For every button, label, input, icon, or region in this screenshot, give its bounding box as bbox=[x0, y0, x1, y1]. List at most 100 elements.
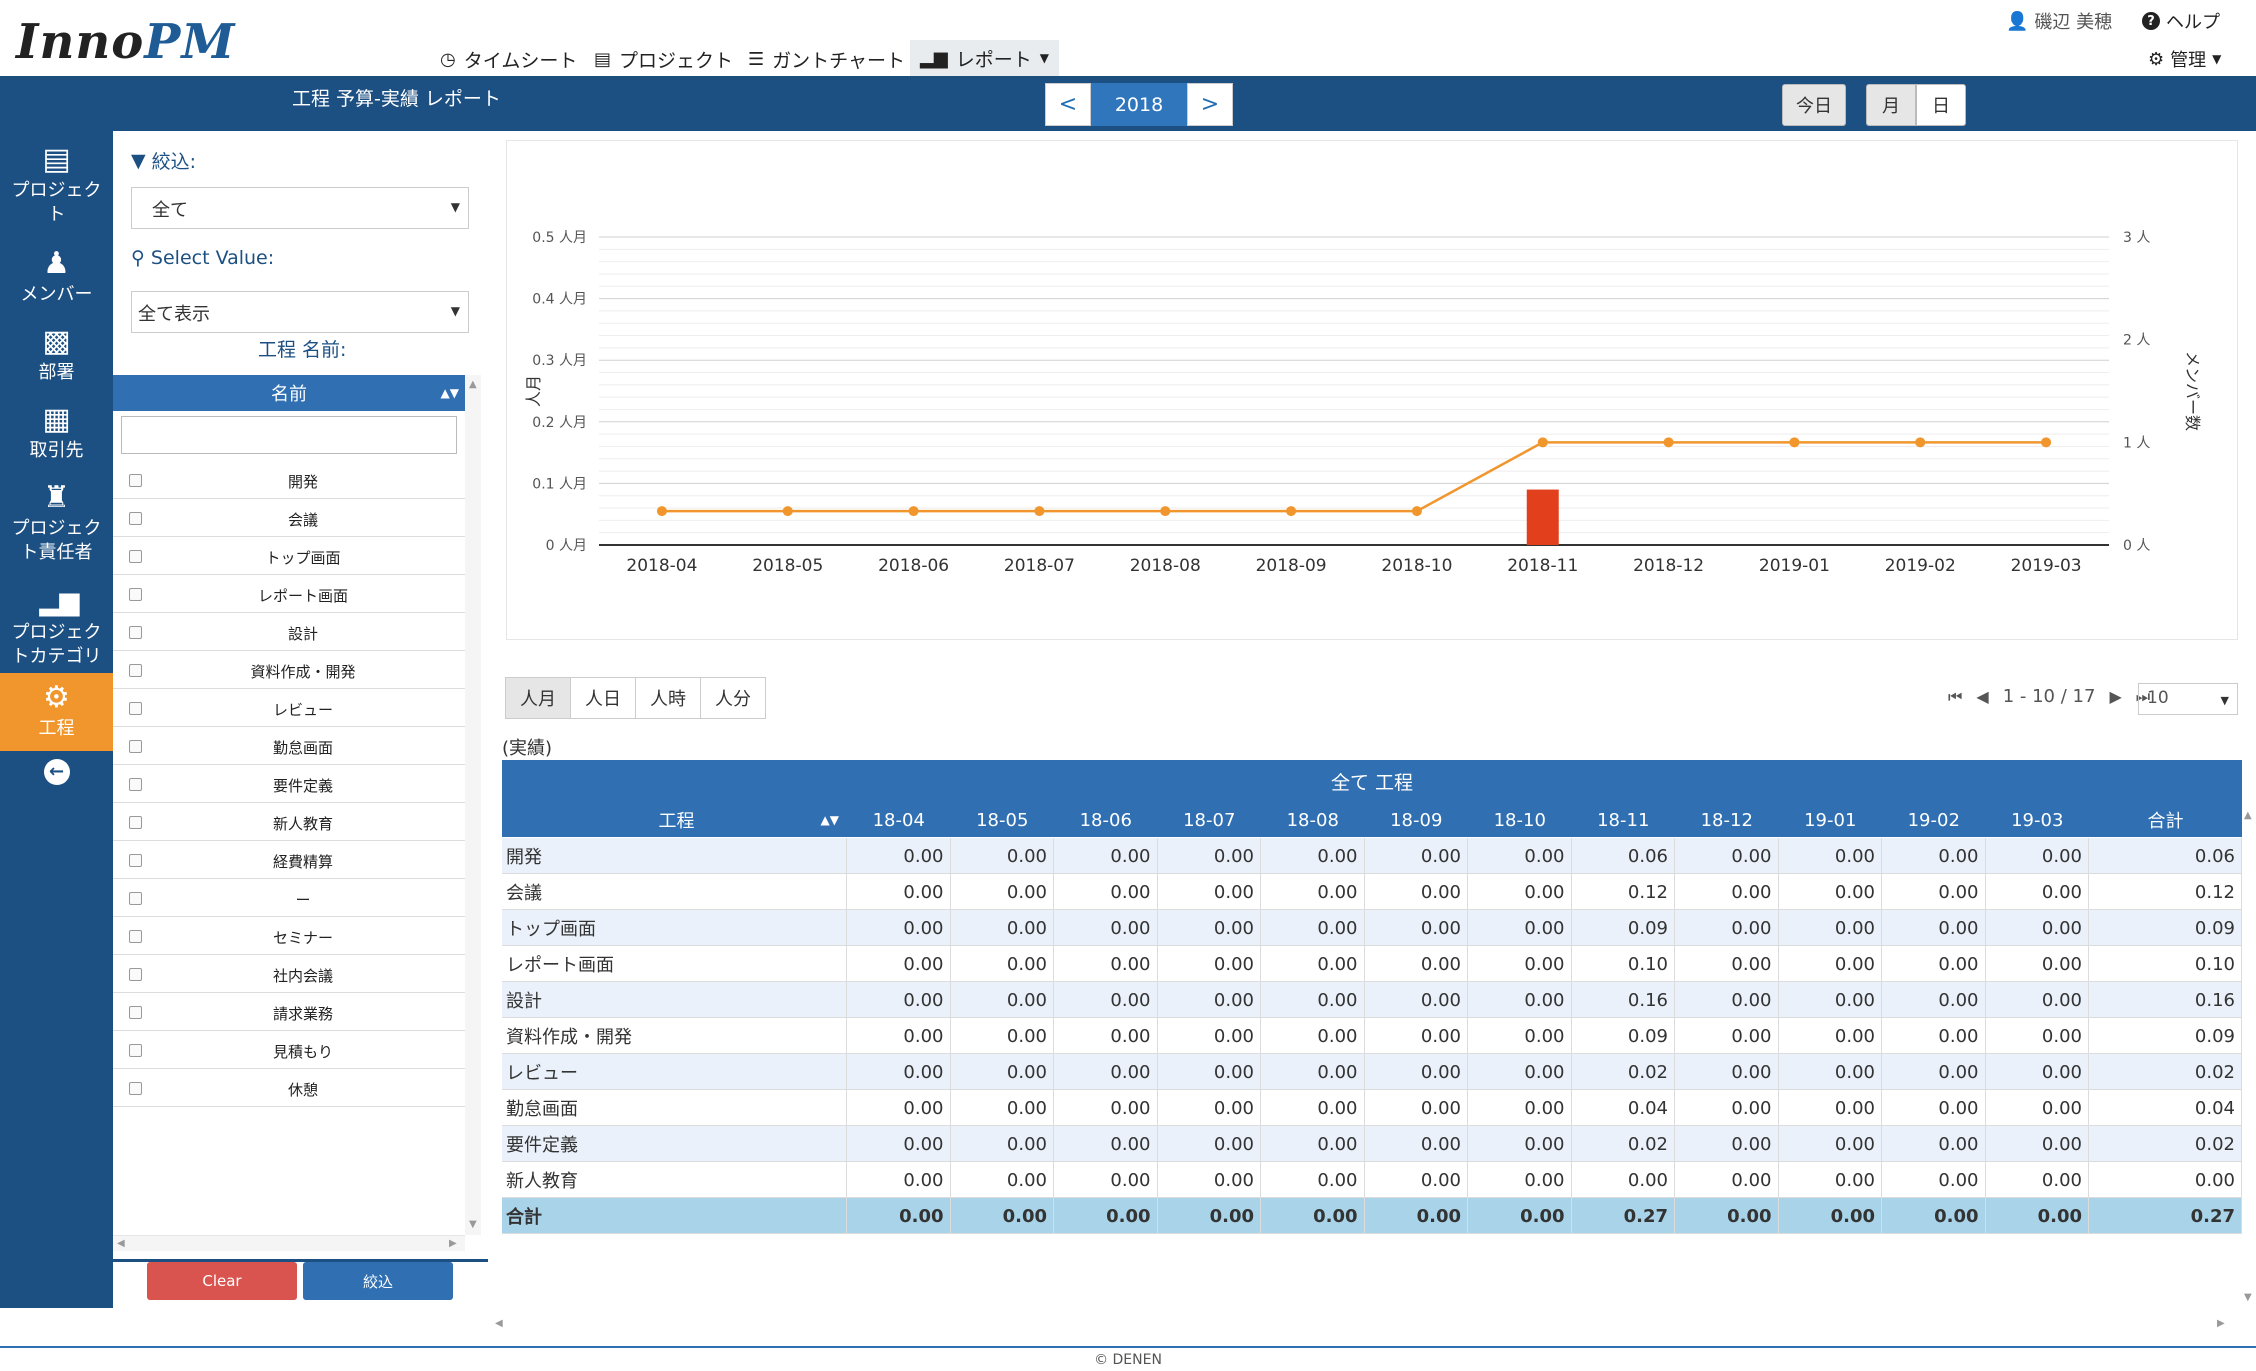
tab-man-minute[interactable]: 人分 bbox=[700, 677, 766, 719]
table-row: トップ画面 0.00 0.00 0.00 0.00 0.00 0.00 0.00 0.09 0.0… bbox=[502, 910, 2242, 946]
table-horizontal-scrollbar[interactable]: ◀ ▶ bbox=[493, 1314, 2233, 1330]
nav-report[interactable]: ▂▆ レポート ▼ bbox=[910, 40, 1059, 76]
day-view-button[interactable]: 日 bbox=[1916, 84, 1966, 126]
list-item[interactable]: 経費精算 bbox=[113, 841, 465, 879]
apply-filter-button[interactable]: 絞込 bbox=[303, 1262, 453, 1300]
table-cell: 0.00 bbox=[1779, 910, 1882, 946]
app-logo[interactable]: InnoPM bbox=[16, 14, 236, 70]
select-value-dropdown[interactable]: 全て表示 ▼ bbox=[131, 291, 469, 333]
sidebar-collapse-button[interactable]: ← bbox=[0, 759, 113, 791]
table-cell: 0.02 bbox=[2089, 1054, 2242, 1090]
table-row: 新人教育 0.00 0.00 0.00 0.00 0.00 0.00 0.00 0.00 0.00… bbox=[502, 1162, 2242, 1198]
table-cell: 0.00 bbox=[1882, 982, 1986, 1018]
list-item[interactable]: 設計 bbox=[113, 613, 465, 651]
tab-man-day[interactable]: 人日 bbox=[570, 677, 636, 719]
checkbox[interactable] bbox=[129, 626, 142, 639]
x-tick-label: 2018-06 bbox=[878, 556, 949, 576]
checkbox[interactable] bbox=[129, 892, 142, 905]
checkbox[interactable] bbox=[129, 1006, 142, 1019]
table-cell: 0.00 bbox=[1882, 1018, 1986, 1054]
list-item[interactable]: トップ画面 bbox=[113, 537, 465, 575]
nav-timesheet[interactable]: ◷ タイムシート bbox=[440, 44, 577, 74]
column-header: 合計 bbox=[2089, 802, 2242, 838]
table-cell: 0.00 bbox=[1882, 1162, 1986, 1198]
checkbox[interactable] bbox=[129, 550, 142, 563]
page-size-select[interactable]: 10 ▼ bbox=[2138, 683, 2238, 715]
prev-year-button[interactable]: < bbox=[1045, 83, 1091, 126]
admin-menu[interactable]: ⚙ 管理 ▼ bbox=[2148, 46, 2221, 72]
next-year-button[interactable]: > bbox=[1187, 83, 1233, 126]
list-item[interactable]: 開発 bbox=[113, 461, 465, 499]
nav-gantt[interactable]: ☰ ガントチャート bbox=[748, 44, 905, 74]
line-point bbox=[1537, 437, 1548, 448]
checkbox[interactable] bbox=[129, 968, 142, 981]
sidebar-item-project-category[interactable]: ▂▆ プロジェクトカテゴリ bbox=[0, 579, 113, 667]
sidebar-item-process[interactable]: ⚙ 工程 bbox=[0, 673, 113, 751]
checkbox[interactable] bbox=[129, 778, 142, 791]
help-link[interactable]: ? ヘルプ bbox=[2142, 8, 2220, 34]
grid-header-name[interactable]: 名前 ▲▼ bbox=[113, 375, 465, 411]
checkbox[interactable] bbox=[129, 816, 142, 829]
table-cell: 0.00 bbox=[1468, 1126, 1572, 1162]
checkbox[interactable] bbox=[129, 740, 142, 753]
tab-man-month[interactable]: 人月 bbox=[505, 677, 571, 719]
checkbox[interactable] bbox=[129, 1044, 142, 1057]
narrow-select[interactable]: 全て ▼ bbox=[131, 187, 469, 229]
table-cell: 0.00 bbox=[1468, 982, 1572, 1018]
tab-man-hour[interactable]: 人時 bbox=[635, 677, 701, 719]
checkbox[interactable] bbox=[129, 512, 142, 525]
nav-project[interactable]: ▤ プロジェクト bbox=[594, 44, 733, 74]
table-cell: 0.00 bbox=[1986, 946, 2089, 982]
sidebar-item-department[interactable]: ▩ 部署 bbox=[0, 319, 113, 385]
list-item[interactable]: 資料作成・開発 bbox=[113, 651, 465, 689]
first-page-icon[interactable]: ⏮ bbox=[1948, 687, 1962, 707]
table-cell: 0.00 bbox=[1261, 910, 1365, 946]
list-item[interactable]: レビュー bbox=[113, 689, 465, 727]
checkbox[interactable] bbox=[129, 1082, 142, 1095]
table-cell: 0.16 bbox=[2089, 982, 2242, 1018]
sidebar-item-member[interactable]: ♟ メンバー bbox=[0, 241, 113, 307]
list-item[interactable]: 休憩 bbox=[113, 1069, 465, 1107]
table-cell: 0.10 bbox=[1572, 946, 1675, 982]
list-item[interactable]: 要件定義 bbox=[113, 765, 465, 803]
prev-page-icon[interactable]: ◀ bbox=[1976, 687, 1988, 706]
chart-panel: 0 人月 0.1 人月 0.2 人月 0.3 人月 0.4 人月 0.5 人月 0 人 1 人… bbox=[506, 140, 2238, 640]
checkbox[interactable] bbox=[129, 664, 142, 677]
list-item[interactable]: 会議 bbox=[113, 499, 465, 537]
clock-icon: ◷ bbox=[440, 48, 456, 70]
tasks-icon: ☰ bbox=[748, 48, 765, 70]
footer-copyright: © DENEN bbox=[1094, 1352, 1162, 1368]
table-vertical-scrollbar[interactable]: ▲ ▼ bbox=[2242, 806, 2256, 1316]
list-item[interactable]: 新人教育 bbox=[113, 803, 465, 841]
column-header-label: 18-08 bbox=[1286, 809, 1339, 831]
table-cell: 0.00 bbox=[1986, 838, 2089, 874]
horizontal-scrollbar[interactable]: ◀ ▶ bbox=[113, 1235, 465, 1251]
grid-search-input[interactable] bbox=[121, 416, 457, 454]
clear-button[interactable]: Clear bbox=[147, 1262, 297, 1300]
sidebar-item-project-manager[interactable]: ♜ プロジェクト責任者 bbox=[0, 475, 113, 564]
checkbox[interactable] bbox=[129, 702, 142, 715]
list-item[interactable]: セミナー bbox=[113, 917, 465, 955]
table-cell: 0.00 bbox=[847, 1054, 951, 1090]
column-header-label: 18-10 bbox=[1493, 809, 1546, 831]
checkbox[interactable] bbox=[129, 930, 142, 943]
vertical-scrollbar[interactable]: ▲ ▼ bbox=[465, 375, 481, 1235]
list-item[interactable]: レポート画面 bbox=[113, 575, 465, 613]
list-item[interactable]: 請求業務 bbox=[113, 993, 465, 1031]
table-cell: 0.00 bbox=[1779, 982, 1882, 1018]
sidebar-item-project[interactable]: ▤ プロジェクト bbox=[0, 137, 113, 226]
sidebar-item-client[interactable]: ▦ 取引先 bbox=[0, 397, 113, 463]
today-button[interactable]: 今日 bbox=[1782, 84, 1846, 126]
user-menu[interactable]: 👤 磯辺 美穂 bbox=[2006, 8, 2112, 34]
list-item[interactable]: 勤怠画面 bbox=[113, 727, 465, 765]
checkbox[interactable] bbox=[129, 854, 142, 867]
list-item-label: 開発 bbox=[287, 473, 318, 491]
month-view-button[interactable]: 月 bbox=[1866, 84, 1916, 126]
list-item[interactable]: 社内会議 bbox=[113, 955, 465, 993]
column-header-process[interactable]: 工程 ▲▼ bbox=[502, 802, 847, 838]
next-page-icon[interactable]: ▶ bbox=[2109, 687, 2121, 706]
checkbox[interactable] bbox=[129, 474, 142, 487]
checkbox[interactable] bbox=[129, 588, 142, 601]
list-item[interactable]: ー bbox=[113, 879, 465, 917]
list-item[interactable]: 見積もり bbox=[113, 1031, 465, 1069]
